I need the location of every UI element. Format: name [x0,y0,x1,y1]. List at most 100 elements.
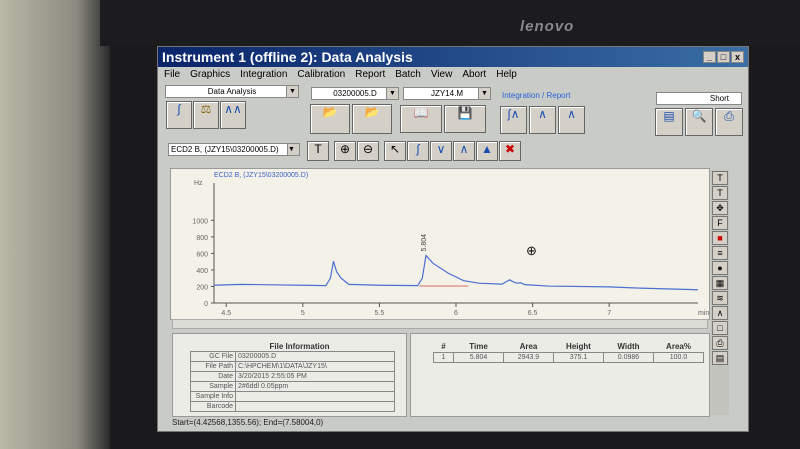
report-style-value: Short [709,94,729,103]
integration-events-button[interactable]: ∧ [558,106,585,134]
color-icon[interactable]: ● [712,261,728,275]
draw-baseline-button[interactable]: ∫ [407,141,429,161]
peak-table-header: Area% [666,342,691,352]
window-icon[interactable]: □ [712,321,728,335]
file-info-value: 03200005.D [235,351,395,362]
load-signal-button[interactable]: 📂 [310,104,350,134]
calibration-view-button[interactable]: ⚖ [193,101,219,129]
print-button[interactable]: ⎙ [715,108,743,136]
chromatogram-chart[interactable]: ECD2 B, (JZY15\03200005.D) Hz min 0 200 400 60… [170,168,710,320]
peak-table-header: # [441,342,446,352]
signal-icon[interactable]: ∧ [712,306,728,320]
x-tick-label: 5.5 [375,310,385,317]
view-select[interactable]: Data Analysis ▼ [165,85,299,98]
file-info-label: Barcode [190,401,236,412]
split-peak-button[interactable]: ∨ [430,141,452,161]
method-select-value: JZY14.M [430,89,463,98]
dropdown-arrow-icon[interactable]: ▼ [286,86,298,97]
signal-select[interactable]: ECD2 B, (JZY15\03200005.D) ▼ [168,143,300,156]
method-select[interactable]: JZY14.M ▼ [403,87,491,100]
x-axis-label: min [698,310,709,317]
zoom-in-button[interactable]: ⊕ [334,141,356,161]
peak-row[interactable]: 1 5.804 2943.9 375.1 0.0986 100.0 [433,351,704,363]
print-icon[interactable]: ⎙ [712,336,728,350]
chart-horizontal-scrollbar[interactable] [172,319,708,329]
file-info-row: Sample 2#6ddl 0.05ppm [190,381,395,392]
print-preview-button[interactable]: 🔍 [685,108,713,136]
minimize-button[interactable]: _ [703,51,716,63]
peak-area-button[interactable]: ▲ [476,141,498,161]
report-style-select[interactable]: Short [656,92,742,105]
close-button[interactable]: x [731,51,744,63]
chromatogram-view-button[interactable]: ∧∧ [220,101,246,129]
x-tick-label: 4.5 [221,310,231,317]
file-info-value [235,401,395,412]
file-info-row: Date 3/20/2015 2:55:05 PM [190,371,395,382]
menu-help[interactable]: Help [496,69,517,80]
view-select-value: Data Analysis [207,87,257,96]
menu-batch[interactable]: Batch [395,69,421,80]
peak-table-panel: # Time Area Height Width Area% 1 5.804 2943.9 375… [410,333,710,417]
font-icon[interactable]: F [712,216,728,230]
delete-icon[interactable]: ■ [712,231,728,245]
file-info-value: 3/20/2015 2:55:05 PM [235,371,395,382]
menu-view[interactable]: View [431,69,453,80]
text-icon[interactable]: T [712,186,728,200]
file-info-row: GC File 03200005.D [190,351,395,362]
y-tick-label: 400 [196,268,208,275]
graphics-toolbar: T T ✥ F ■ ≡ ● ▦ ≋ ∧ □ ⎙ ▤ [711,170,729,415]
file-info-label: File Path [190,361,236,372]
file-info-label: Sample Info [190,391,236,402]
overlay-icon[interactable]: ≋ [712,291,728,305]
peak-table-header: Width [617,342,640,352]
load-method-button[interactable]: 📖 [400,105,442,133]
manual-integrate-button[interactable]: ∧ [529,106,556,134]
pointer-button[interactable]: ↖ [384,141,406,161]
x-tick-label: 5 [301,310,305,317]
copy-icon[interactable]: ▤ [712,351,728,365]
menu-graphics[interactable]: Graphics [190,69,230,80]
file-info-label: Sample [190,381,236,392]
status-bar: Start=(4.42568,1355.56); End=(7.58004,0) [172,418,708,430]
peak-cell: 5.804 [453,351,504,363]
signal-trace [213,254,699,291]
menu-file[interactable]: File [164,69,180,80]
text-annotation-button[interactable]: T [307,141,329,161]
file-info-label: GC File [190,351,236,362]
datafile-select[interactable]: 03200005.D ▼ [311,87,399,100]
x-tick-label: 7 [607,310,611,317]
menu-calibration[interactable]: Calibration [297,69,345,80]
file-info-table: GC File 03200005.D File Path C:\HPCHEM\1\DA… [190,351,395,412]
file-info-row: Barcode [190,401,395,412]
scale-icon[interactable]: ≡ [712,246,728,260]
menu-abort[interactable]: Abort [462,69,486,80]
zoom-out-button[interactable]: ⊖ [357,141,379,161]
datafile-select-value: 03200005.D [333,89,377,98]
dropdown-arrow-icon[interactable]: ▼ [386,88,398,99]
file-info-value: 2#6ddl 0.05ppm [235,381,395,392]
dropdown-arrow-icon[interactable]: ▼ [287,144,299,155]
chromatogram-plot[interactable]: ECD2 B, (JZY15\03200005.D) Hz min 0 200 400 60… [171,169,711,321]
integration-view-button[interactable]: ∫ [166,101,192,129]
dropdown-arrow-icon[interactable]: ▼ [478,88,490,99]
menu-integration[interactable]: Integration [240,69,287,80]
menu-report[interactable]: Report [355,69,385,80]
delete-peak-button[interactable]: ✖ [499,141,521,161]
tangent-skim-button[interactable]: ∧ [453,141,475,161]
monitor-bezel: lenovo [100,0,800,46]
integrate-button[interactable]: ∫∧ [500,106,527,134]
report-button[interactable]: ▤ [655,108,683,136]
save-method-button[interactable]: 💾 [444,105,486,133]
move-icon[interactable]: ✥ [712,201,728,215]
y-tick-label: 0 [204,301,208,308]
load-overlay-button[interactable]: 📂 [352,104,392,134]
zoom-cursor-icon: ⊕ [526,243,537,258]
text-tool-icon[interactable]: T [712,171,728,185]
file-info-row: Sample Info [190,391,395,402]
y-tick-label: 800 [196,235,208,242]
file-info-title: File Information [269,342,330,351]
x-tick-label: 6.5 [528,310,538,317]
grid-icon[interactable]: ▦ [712,276,728,290]
maximize-button[interactable]: □ [717,51,730,63]
peak-cell: 375.1 [553,351,604,363]
